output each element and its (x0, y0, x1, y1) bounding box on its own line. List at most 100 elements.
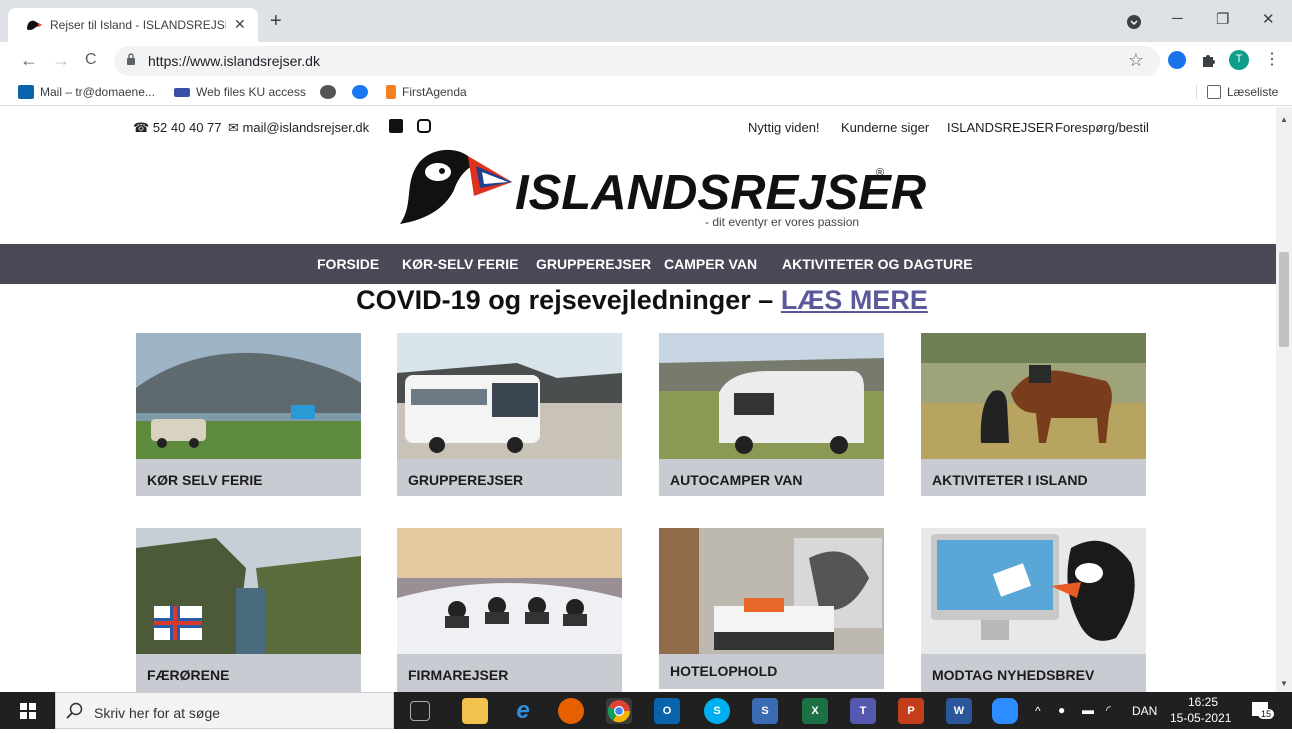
covid-banner: COVID-19 og rejsevejledninger – LÆS MERE (0, 285, 1276, 316)
tray-network-icon[interactable]: ● (1058, 703, 1065, 717)
covid-text: COVID-19 og rejsevejledninger – (356, 285, 781, 315)
new-tab-button[interactable]: + (270, 11, 282, 31)
scroll-up-icon[interactable]: ▲ (1280, 115, 1288, 124)
bookmark-webfiles[interactable]: Web files KU access (174, 85, 306, 99)
tab-title: Rejser til Island - ISLANDSREJSER (50, 18, 226, 32)
facebook-icon (352, 85, 368, 99)
nav-aktiviteter[interactable]: AKTIVITETER OG DAGTURE (782, 256, 973, 272)
card-firmarejser[interactable]: FIRMAREJSER (397, 528, 622, 692)
browser-toolbar: ← → C https://www.islandsrejser.dk ☆ T ⋮ (0, 42, 1292, 80)
address-bar[interactable]: https://www.islandsrejser.dk ☆ (114, 46, 1160, 76)
minimize-button[interactable]: ─ (1172, 10, 1183, 27)
url-text: https://www.islandsrejser.dk (148, 53, 320, 69)
task-view-icon[interactable] (410, 701, 430, 721)
instagram-icon[interactable] (417, 119, 431, 133)
reading-list-icon (1207, 85, 1221, 99)
card-label: FÆRØRENE (147, 667, 230, 683)
nav-camper-van[interactable]: CAMPER VAN (664, 256, 757, 272)
link-nyttig-viden[interactable]: Nyttig viden! (748, 120, 820, 135)
chrome-taskbar-icon[interactable] (606, 698, 632, 724)
facebook-icon[interactable] (389, 119, 403, 133)
nav-grupperejser[interactable]: GRUPPEREJSER (536, 256, 651, 272)
card-label: MODTAG NYHEDSBREV (932, 667, 1095, 683)
notification-count: 15 (1258, 709, 1275, 719)
clock-time[interactable]: 16:25 (1188, 695, 1218, 709)
scroll-down-icon[interactable]: ▼ (1280, 679, 1288, 688)
tray-chevron-icon[interactable]: ^ (1035, 704, 1041, 718)
tab-search-icon[interactable] (1126, 14, 1142, 30)
extensions-puzzle-icon[interactable] (1200, 52, 1216, 68)
forward-button[interactable]: → (52, 49, 70, 71)
card-image-horse (921, 333, 1146, 459)
browser-tab[interactable]: Rejser til Island - ISLANDSREJSER ✕ (8, 8, 258, 42)
zoom-icon[interactable] (992, 698, 1018, 724)
profile-avatar[interactable]: T (1229, 50, 1249, 70)
card-kor-selv-ferie[interactable]: KØR SELV FERIE (136, 333, 361, 496)
clock-date[interactable]: 15-05-2021 (1170, 711, 1231, 725)
link-foresporg-bestil[interactable]: Forespørg/bestil (1055, 120, 1149, 135)
windows-start-icon[interactable] (20, 703, 36, 719)
firefox-icon[interactable] (558, 698, 584, 724)
tab-strip: Rejser til Island - ISLANDSREJSER ✕ + ─ … (0, 0, 1292, 42)
teams-icon[interactable]: T (850, 698, 876, 724)
edge-icon[interactable]: e (510, 698, 536, 724)
card-autocamper-van[interactable]: AUTOCAMPER VAN (659, 333, 884, 496)
link-kunderne-siger[interactable]: Kunderne siger (841, 120, 929, 135)
card-image-snowmobiles (397, 528, 622, 654)
email-link[interactable]: ✉ mail@islandsrejser.dk (228, 120, 369, 136)
skype-business-icon[interactable]: S (752, 698, 778, 724)
card-label: KØR SELV FERIE (147, 472, 263, 488)
card-image-van (659, 333, 884, 459)
globe-icon (320, 85, 336, 99)
outlook-taskbar-icon[interactable]: O (654, 698, 680, 724)
reload-button[interactable]: C (85, 49, 97, 71)
card-nyhedsbrev[interactable]: MODTAG NYHEDSBREV (921, 528, 1146, 692)
nav-kor-selv-ferie[interactable]: KØR-SELV FERIE (402, 256, 518, 272)
envelope-icon: ✉ (228, 120, 239, 135)
powerpoint-icon[interactable]: P (898, 698, 924, 724)
card-grupperejser[interactable]: GRUPPEREJSER (397, 333, 622, 496)
back-button[interactable]: ← (20, 49, 38, 71)
reading-list-button[interactable]: Læseliste (1196, 85, 1278, 99)
bookmark-label: FirstAgenda (402, 85, 467, 99)
link-islandsrejser[interactable]: ISLANDSREJSER (947, 120, 1054, 135)
card-label: AUTOCAMPER VAN (670, 472, 803, 488)
bookmark-star-icon[interactable]: ☆ (1128, 50, 1144, 71)
card-image-bus (397, 333, 622, 459)
excel-icon[interactable]: X (802, 698, 828, 724)
puffin-logo-icon[interactable] (396, 144, 514, 226)
phone-icon: ☎ (133, 120, 150, 135)
extension-1-icon[interactable] (1168, 51, 1186, 69)
chrome-menu-icon[interactable]: ⋮ (1264, 49, 1280, 71)
file-explorer-icon[interactable] (462, 698, 488, 724)
tray-wifi-icon[interactable]: ◜ (1106, 703, 1111, 717)
word-icon[interactable]: W (946, 698, 972, 724)
bookmark-facebook[interactable] (352, 85, 368, 99)
close-window-button[interactable]: ✕ (1262, 10, 1275, 28)
windows-taskbar: Skriv her for at søge e O S S X T P W ^ … (0, 692, 1292, 729)
card-image-cliffs-flag (136, 528, 361, 654)
bookmark-mail[interactable]: Mail – tr@domaene... (18, 85, 155, 99)
phone-link[interactable]: ☎ 52 40 40 77 (133, 120, 222, 136)
bookmark-globe[interactable] (320, 85, 336, 99)
card-faerorene[interactable]: FÆRØRENE (136, 528, 361, 692)
webfiles-icon (174, 87, 190, 97)
tray-battery-icon[interactable]: ▬ (1082, 703, 1094, 717)
bookmark-label: Mail – tr@domaene... (40, 85, 155, 99)
bookmark-firstagenda[interactable]: FirstAgenda (386, 85, 467, 99)
nav-forside[interactable]: FORSIDE (317, 256, 379, 272)
restore-button[interactable]: ❐ (1216, 10, 1229, 28)
taskbar-search[interactable]: Skriv her for at søge (55, 692, 394, 729)
page-scrollbar[interactable]: ▲ ▼ (1276, 107, 1292, 692)
card-label: FIRMAREJSER (408, 667, 509, 683)
covid-read-more-link[interactable]: LÆS MERE (781, 285, 928, 315)
card-aktiviteter[interactable]: AKTIVITETER I ISLAND (921, 333, 1146, 496)
web-page: ☎ 52 40 40 77 ✉ mail@islandsrejser.dk Ny… (0, 107, 1276, 692)
language-indicator[interactable]: DAN (1132, 704, 1157, 718)
card-hotelophold[interactable]: HOTELOPHOLD (659, 528, 884, 689)
tab-close-icon[interactable]: ✕ (234, 16, 246, 33)
card-label: GRUPPEREJSER (408, 472, 524, 488)
skype-icon[interactable]: S (704, 698, 730, 724)
logo-text[interactable]: ISLANDSREJSER (515, 165, 926, 221)
scrollbar-thumb[interactable] (1279, 252, 1289, 347)
